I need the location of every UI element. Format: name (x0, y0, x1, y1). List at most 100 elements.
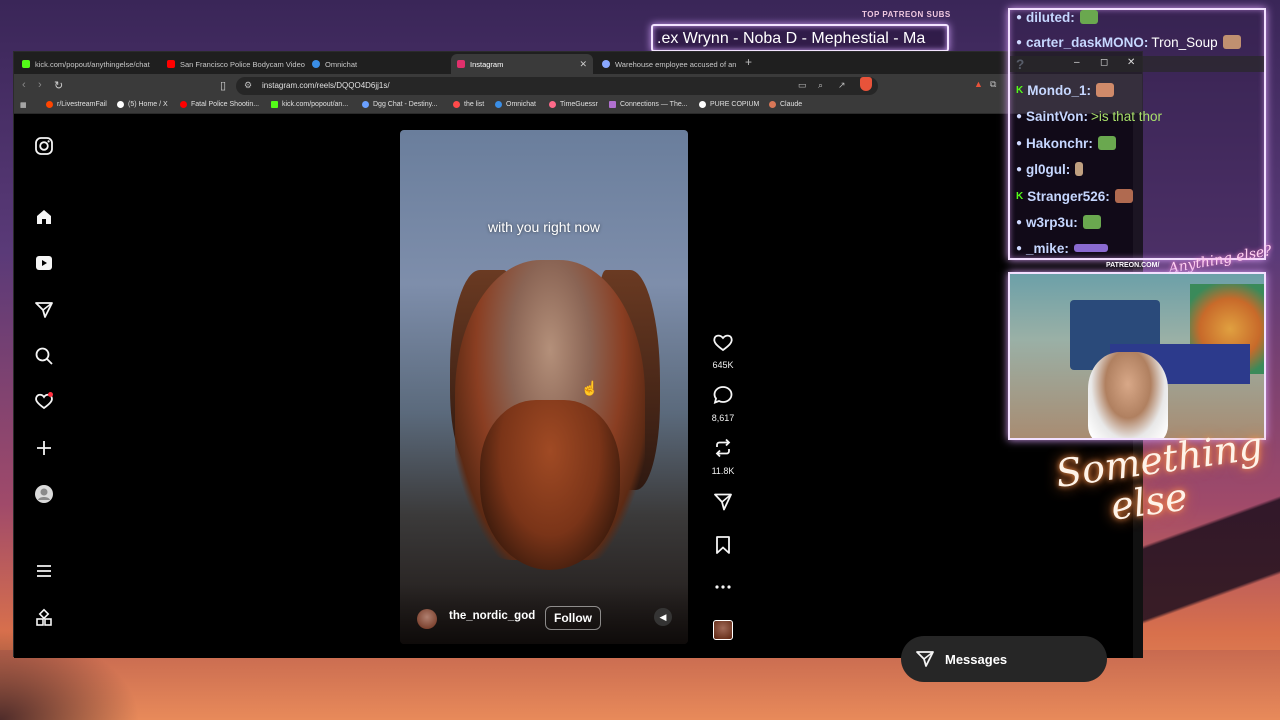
send-icon (916, 651, 934, 667)
repost-button[interactable]: 11.8K (711, 438, 735, 476)
reel-author-avatar[interactable] (417, 609, 437, 629)
chat-emote (1075, 162, 1084, 176)
bookmarks-bar: ▦ r/LivestreamFail (5) Home / X Fatal Po… (14, 98, 1142, 114)
reddit-icon (46, 101, 53, 108)
reels-icon[interactable] (33, 252, 55, 274)
extensions-icon[interactable]: ⧉ (990, 79, 996, 90)
stream-chat-overlay: ● diluted: ● carter_daskMONO: Tron_Soup … (1008, 8, 1266, 260)
chat-username: gl0gul: (1026, 161, 1071, 177)
chat-message: ● SaintVon: >is that thor (1016, 106, 1162, 126)
chat-source-icon: ● (1016, 242, 1023, 254)
site-info-icon[interactable]: ⚙ (244, 80, 252, 91)
chat-message: ● gl0gul: (1016, 159, 1084, 179)
bookmark-label: the list (464, 101, 485, 108)
audio-thumbnail[interactable] (713, 620, 733, 640)
chat-username: Mondo_1: (1027, 82, 1091, 98)
chat-text: >is that thor (1091, 108, 1162, 124)
tab-warehouse-article[interactable]: Warehouse employee accused of an (596, 54, 741, 74)
apps-icon[interactable]: ▦ (20, 101, 27, 109)
comment-button[interactable]: 8,617 (711, 385, 735, 423)
save-button[interactable] (711, 535, 735, 560)
chat-source-icon: ● (1016, 11, 1023, 23)
bookmark-label: PURE COPIUM (710, 101, 760, 108)
share-icon[interactable]: ↗ (838, 80, 846, 91)
create-icon[interactable] (33, 437, 55, 459)
menu-icon[interactable] (33, 560, 55, 582)
claude-icon (769, 101, 776, 108)
bookmark-page-icon[interactable]: ▯ (220, 79, 226, 92)
chat-username: _mike: (1026, 240, 1069, 256)
profile-avatar-icon[interactable] (33, 483, 55, 505)
reload-icon[interactable]: ↻ (54, 79, 63, 92)
cast-icon[interactable]: ▭ (798, 80, 807, 91)
direct-messages-icon[interactable] (33, 299, 55, 321)
chat-username: SaintVon: (1026, 108, 1089, 124)
webcam-feed (1008, 272, 1266, 440)
bookmark-label: r/LivestreamFail (57, 101, 107, 108)
close-icon[interactable]: ✕ (1127, 57, 1135, 68)
reel-video[interactable]: with you right now ☝ the_nordic_god Foll… (400, 130, 688, 644)
brave-shield-icon[interactable] (860, 77, 872, 91)
more-apps-icon[interactable] (33, 607, 55, 629)
zoom-icon[interactable]: ⌕ (818, 80, 823, 91)
x-icon (117, 101, 124, 108)
bookmark-pure-copium[interactable]: PURE COPIUM (699, 101, 759, 108)
rewards-icon[interactable]: ▲ (974, 79, 983, 89)
chat-message: ● w3rp3u: (1016, 212, 1101, 232)
instagram-icon (457, 60, 465, 68)
tab-kick-chat[interactable]: kick.com/popout/anythingelse/chat (16, 54, 161, 74)
home-icon[interactable] (33, 206, 55, 228)
back-icon[interactable]: ‹ (22, 79, 26, 91)
bookmark-the-list[interactable]: the list (453, 101, 484, 108)
new-tab-icon[interactable]: + (745, 55, 752, 69)
address-bar: ‹ › ↻ ▯ ⚙ instagram.com/reels/DQQO4D6jj1… (14, 74, 1142, 98)
bookmark-livestreamfail[interactable]: r/LivestreamFail (46, 101, 107, 108)
list-icon (453, 101, 460, 108)
share-button[interactable] (711, 492, 735, 517)
audio-toggle-icon[interactable]: ◀ (654, 608, 672, 626)
chat-message: ● carter_daskMONO: Tron_Soup (1016, 32, 1241, 52)
chat-source-icon: ● (1016, 36, 1023, 48)
tab-bodycam-video[interactable]: San Francisco Police Bodycam Video (161, 54, 306, 74)
like-button[interactable]: 645K (711, 332, 735, 370)
kick-icon: K (1016, 84, 1024, 96)
connections-icon (609, 101, 616, 108)
patreon-subs-ticker: .ex Wrynn - Noba D - Mephestial - Ma (651, 24, 949, 52)
bookmark-dgg-chat[interactable]: Dgg Chat - Destiny... (362, 101, 437, 108)
repost-icon (715, 438, 731, 458)
chat-username: diluted: (1026, 9, 1075, 25)
chat-emote (1079, 10, 1098, 24)
bookmark-police-shootings[interactable]: Fatal Police Shootin... (180, 101, 259, 108)
close-tab-icon[interactable]: ✕ (579, 59, 587, 70)
bookmark-claude[interactable]: Claude (769, 101, 802, 108)
url-field[interactable]: ⚙ instagram.com/reels/DQQO4D6jj1s/ ▭ ⌕ ↗ (236, 77, 878, 95)
minimize-icon[interactable]: – (1074, 57, 1080, 68)
messages-button[interactable]: Messages (901, 636, 1107, 682)
bookmark-label: Claude (780, 101, 803, 108)
reel-username[interactable]: the_nordic_god (449, 610, 535, 622)
comment-icon (713, 386, 733, 404)
more-options-button[interactable] (711, 579, 735, 597)
bookmark-omnichat[interactable]: Omnichat (495, 101, 536, 108)
maximize-icon[interactable]: ◻ (1100, 57, 1108, 68)
tab-omnichat[interactable]: Omnichat (306, 54, 451, 74)
forward-icon[interactable]: › (38, 79, 42, 91)
bookmark-label: Connections — The... (620, 101, 688, 108)
instagram-logo-icon[interactable] (33, 135, 55, 157)
kick-icon: K (1016, 190, 1024, 202)
timeguessr-icon (549, 101, 556, 108)
bookmark-kick-popout[interactable]: kick.com/popout/an... (271, 101, 348, 108)
notifications-heart-icon[interactable] (33, 390, 55, 412)
browser-window: kick.com/popout/anythingelse/chat San Fr… (13, 51, 1143, 682)
tab-instagram[interactable]: Instagram ✕ (451, 54, 593, 74)
chat-username: Hakonchr: (1026, 135, 1093, 151)
tab-label: Omnichat (325, 59, 358, 69)
bookmark-x-home[interactable]: (5) Home / X (117, 101, 168, 108)
bookmark-connections[interactable]: Connections — The... (609, 101, 688, 108)
follow-button[interactable]: Follow (545, 606, 601, 630)
chat-emote (1114, 189, 1133, 203)
reel-video-frame (480, 400, 620, 570)
comment-count: 8,617 (711, 413, 735, 423)
bookmark-timeguessr[interactable]: TimeGuessr (549, 101, 598, 108)
search-icon[interactable] (33, 345, 55, 367)
